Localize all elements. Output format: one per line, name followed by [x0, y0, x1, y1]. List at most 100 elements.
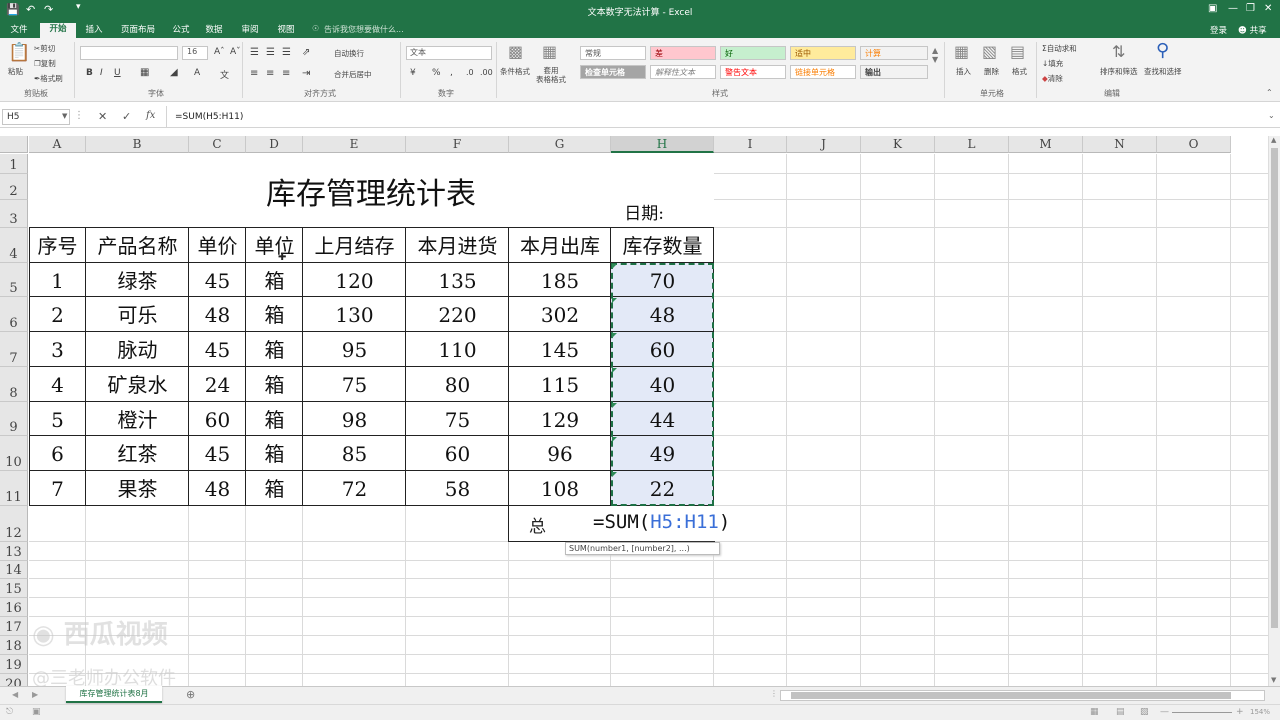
ribbon-display-icon[interactable]: ▣ [1208, 3, 1217, 14]
table-cell[interactable]: 130 [303, 297, 406, 332]
style-explanatory[interactable]: 解释性文本 [650, 65, 716, 79]
align-right-icon[interactable]: ≡ [282, 68, 290, 79]
font-color-icon[interactable]: A [194, 68, 200, 78]
format-as-table-button[interactable]: 套用 表格格式 [536, 66, 566, 84]
collapse-ribbon-icon[interactable]: ⌃ [1266, 88, 1273, 97]
table-cell[interactable]: 箱 [246, 402, 303, 436]
number-format-box[interactable]: 文本 [406, 46, 492, 60]
tab-data[interactable]: 数据 [200, 24, 228, 38]
table-cell[interactable]: 135 [406, 263, 509, 297]
style-calculation[interactable]: 计算 [860, 46, 928, 60]
column-header-D[interactable]: D [246, 136, 303, 153]
table-cell[interactable]: 108 [509, 471, 611, 506]
zoom-out-icon[interactable]: — [1160, 707, 1169, 717]
macro-record-icon[interactable]: ▣ [32, 707, 41, 717]
row-header-7[interactable]: 7 [0, 332, 28, 367]
top-align-icon[interactable]: ☰ [250, 47, 259, 58]
scroll-up-icon[interactable]: ▲ [1271, 136, 1276, 144]
column-header-M[interactable]: M [1009, 136, 1083, 153]
vertical-scrollbar[interactable]: ▲ ▼ [1268, 136, 1280, 686]
table-cell[interactable]: 60 [189, 402, 246, 436]
table-header-cell[interactable]: 本月出库 [509, 228, 611, 263]
horizontal-scrollbar[interactable] [780, 690, 1265, 701]
font-name-box[interactable] [80, 46, 178, 60]
table-cell[interactable]: 185 [509, 263, 611, 297]
clear-button[interactable]: ◆清除 [1042, 73, 1063, 84]
table-cell[interactable]: 40 [611, 367, 714, 402]
table-cell[interactable]: 145 [509, 332, 611, 367]
percent-icon[interactable]: % [432, 68, 441, 78]
login-link[interactable]: 登录 [1210, 24, 1227, 36]
table-cell[interactable]: 矿泉水 [86, 367, 189, 402]
table-header-cell[interactable]: 单价 [189, 228, 246, 263]
grow-font-icon[interactable]: Aˆ [214, 47, 225, 57]
share-button[interactable]: ☻ 共享 [1238, 24, 1267, 36]
comma-icon[interactable]: , [450, 68, 453, 78]
column-header-C[interactable]: C [189, 136, 246, 153]
middle-align-icon[interactable]: ☰ [266, 47, 275, 58]
table-cell[interactable]: 98 [303, 402, 406, 436]
table-cell[interactable]: 110 [406, 332, 509, 367]
delete-cells-icon[interactable]: ▧ [982, 42, 997, 61]
row-header-17[interactable]: 17 [0, 617, 28, 636]
table-cell[interactable]: 红茶 [86, 436, 189, 471]
style-linked-cell[interactable]: 链接单元格 [790, 65, 856, 79]
table-cell[interactable]: 75 [303, 367, 406, 402]
table-cell[interactable]: 4 [29, 367, 86, 402]
close-icon[interactable]: ✕ [1264, 3, 1272, 14]
table-cell[interactable]: 48 [189, 471, 246, 506]
table-cell[interactable]: 箱 [246, 332, 303, 367]
bold-icon[interactable]: B [86, 68, 93, 78]
font-size-box[interactable]: 16 [182, 46, 208, 60]
table-cell[interactable]: 22 [611, 471, 714, 506]
cancel-entry-icon[interactable]: ✕ [98, 110, 107, 123]
align-center-icon[interactable]: ≡ [266, 68, 274, 79]
name-box-dropdown-icon[interactable]: ▼ [62, 112, 67, 120]
row-header-6[interactable]: 6 [0, 297, 28, 332]
table-cell[interactable]: 45 [189, 332, 246, 367]
insert-cells-icon[interactable]: ▦ [954, 42, 969, 61]
table-cell[interactable]: 箱 [246, 367, 303, 402]
column-header-G[interactable]: G [509, 136, 611, 153]
table-cell[interactable]: 80 [406, 367, 509, 402]
underline-icon[interactable]: U [114, 68, 121, 78]
add-sheet-icon[interactable]: ⊕ [186, 688, 195, 701]
tab-home[interactable]: 开始 [40, 23, 76, 38]
prev-sheet-icon[interactable]: ◀ [12, 690, 18, 699]
table-cell[interactable]: 3 [29, 332, 86, 367]
formula-input[interactable]: =SUM(H5:H11) [166, 106, 1266, 128]
column-header-E[interactable]: E [303, 136, 406, 153]
align-left-icon[interactable]: ≡ [250, 68, 258, 79]
table-cell[interactable]: 120 [303, 263, 406, 297]
sort-filter-icon[interactable]: ⇅ [1112, 42, 1125, 61]
table-header-cell[interactable]: 本月进货 [406, 228, 509, 263]
bottom-align-icon[interactable]: ☰ [282, 47, 291, 58]
styles-scroll-icon[interactable]: ▲ ▼ [932, 46, 938, 64]
table-cell[interactable]: 60 [406, 436, 509, 471]
find-select-button[interactable]: 查找和选择 [1144, 66, 1182, 77]
wrap-text-button[interactable]: 自动换行 [334, 48, 364, 59]
increase-decimal-icon[interactable]: .0 [466, 68, 474, 77]
page-layout-view-icon[interactable]: ▤ [1116, 707, 1125, 717]
table-cell[interactable]: 箱 [246, 471, 303, 506]
column-header-L[interactable]: L [935, 136, 1009, 153]
row-header-10[interactable]: 10 [0, 436, 28, 471]
table-cell[interactable]: 箱 [246, 263, 303, 297]
table-cell[interactable]: 2 [29, 297, 86, 332]
table-cell[interactable]: 45 [189, 436, 246, 471]
table-cell[interactable]: 箱 [246, 436, 303, 471]
tab-formulas[interactable]: 公式 [168, 24, 194, 38]
select-all-corner[interactable] [0, 136, 28, 153]
row-header-8[interactable]: 8 [0, 367, 28, 402]
style-neutral[interactable]: 适中 [790, 46, 856, 60]
zoom-level[interactable]: 154% [1250, 708, 1270, 716]
table-cell[interactable]: 45 [189, 263, 246, 297]
column-header-F[interactable]: F [406, 136, 509, 153]
row-header-1[interactable]: 1 [0, 154, 28, 174]
row-header-12[interactable]: 12 [0, 506, 28, 542]
table-header-cell[interactable]: 产品名称 [86, 228, 189, 263]
name-box[interactable]: H5 [2, 109, 70, 125]
fill-button[interactable]: ↓填充 [1042, 58, 1063, 69]
conditional-format-icon[interactable]: ▩ [508, 42, 523, 61]
table-cell[interactable]: 果茶 [86, 471, 189, 506]
